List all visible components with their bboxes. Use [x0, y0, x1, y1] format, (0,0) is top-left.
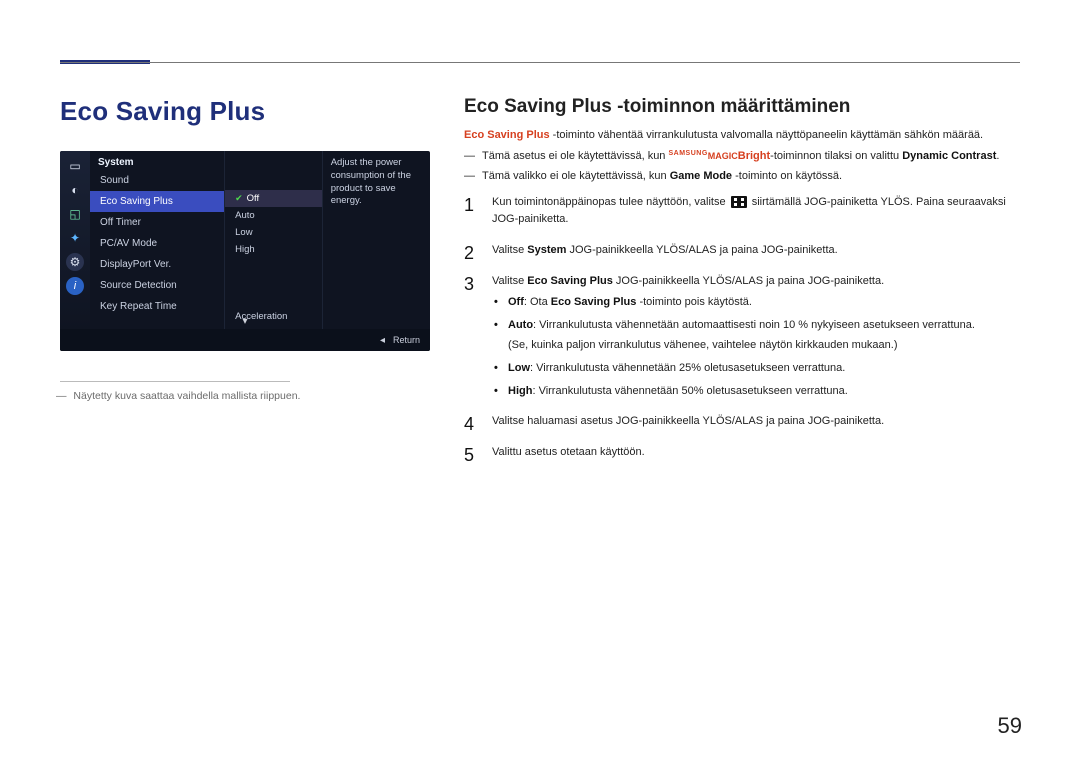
- bullet-off: Off: Ota Eco Saving Plus -toiminto pois …: [492, 294, 1022, 311]
- step-5: Valittu asetus otetaan käyttöön.: [464, 444, 1022, 461]
- footnote-text: ― Näytetty kuva saattaa vaihdella mallis…: [60, 390, 430, 402]
- step3-b: JOG-painikkeella YLÖS/ALAS ja paina JOG-…: [613, 275, 884, 287]
- options-bullets: Off: Ota Eco Saving Plus -toiminto pois …: [492, 294, 1022, 333]
- auto-subnote: (Se, kuinka paljon virrankulutus vähenee…: [508, 337, 1022, 354]
- low-label: Low: [508, 362, 530, 374]
- osd-screenshot: ▭ ◐ ◱ ✦ ⚙ i System Sound Eco Saving Plus…: [60, 151, 430, 351]
- bright-label: Bright: [738, 150, 770, 162]
- step2-b: JOG-painikkeella YLÖS/ALAS ja paina JOG-…: [566, 244, 837, 256]
- note1-b: -toiminnon tilaksi on valittu: [770, 150, 902, 162]
- osd-return-label: Return: [393, 335, 420, 345]
- high-label: High: [508, 385, 532, 397]
- step-3: Valitse Eco Saving Plus JOG-painikkeella…: [464, 273, 1022, 399]
- page-body: Eco Saving Plus ▭ ◐ ◱ ✦ ⚙ i System Sound…: [60, 96, 1022, 723]
- osd-col-desc: Adjust the power consumption of the prod…: [323, 151, 430, 329]
- osd-option-low: Low: [225, 224, 322, 241]
- osd-item-key-repeat-time: Key Repeat Time: [90, 296, 224, 317]
- resize-icon: ◱: [66, 205, 84, 223]
- osd-item-source-detection: Source Detection: [90, 275, 224, 296]
- bullet-high: High: Virrankulutusta vähennetään 50% ol…: [492, 383, 1022, 400]
- off-label: Off: [508, 296, 524, 308]
- intro-rest: -toiminto vähentää virrankulutusta valvo…: [550, 129, 984, 141]
- bullet-low: Low: Virrankulutusta vähennetään 25% ole…: [492, 360, 1022, 377]
- return-arrow-icon: ◂: [380, 335, 385, 346]
- step2-a: Valitse: [492, 244, 527, 256]
- osd-option-off: Off: [225, 190, 322, 207]
- page-number: 59: [998, 713, 1022, 739]
- step-2: Valitse System JOG-painikkeella YLÖS/ALA…: [464, 242, 1022, 259]
- auto-text: : Virrankulutusta vähennetään automaatti…: [533, 319, 975, 331]
- game-mode-label: Game Mode: [670, 170, 732, 182]
- gear-icon: ⚙: [66, 253, 84, 271]
- footnote-rule: [60, 381, 290, 382]
- options-bullets-2: Low: Virrankulutusta vähennetään 25% ole…: [492, 360, 1022, 399]
- off-a: : Ota: [524, 296, 551, 308]
- palette-icon: ◐: [66, 181, 84, 199]
- low-text: : Virrankulutusta vähennetään 25% oletus…: [530, 362, 845, 374]
- right-title: Eco Saving Plus -toiminnon määrittäminen: [464, 96, 1022, 118]
- footnote-label: Näytetty kuva saattaa vaihdella mallista…: [73, 390, 300, 402]
- samsung-sup: SAMSUNG: [668, 150, 707, 157]
- osd-col-menu: System Sound Eco Saving Plus Off Timer P…: [90, 151, 225, 329]
- osd-item-displayport-ver: DisplayPort Ver.: [90, 254, 224, 275]
- left-column: Eco Saving Plus ▭ ◐ ◱ ✦ ⚙ i System Sound…: [60, 96, 430, 723]
- left-title: Eco Saving Plus: [60, 96, 430, 127]
- note2-b: -toiminto on käytössä.: [732, 170, 842, 182]
- note-dynamic-contrast: Tämä asetus ei ole käytettävissä, kun SA…: [464, 149, 1022, 164]
- note2-a: Tämä valikko ei ole käytettävissä, kun: [482, 170, 670, 182]
- steps-list: Kun toimintonäppäinopas tulee näyttöön, …: [464, 194, 1022, 461]
- osd-iconbar: ▭ ◐ ◱ ✦ ⚙ i: [60, 151, 90, 329]
- note1-end: .: [996, 150, 999, 162]
- step-4: Valitse haluamasi asetus JOG-painikkeell…: [464, 413, 1022, 430]
- step3-a: Valitse: [492, 275, 527, 287]
- osd-item-off-timer: Off Timer: [90, 212, 224, 233]
- osd-main: System Sound Eco Saving Plus Off Timer P…: [90, 151, 430, 329]
- target-icon: ✦: [66, 229, 84, 247]
- off-eco-label: Eco Saving Plus: [551, 296, 637, 308]
- bullet-auto: Auto: Virrankulutusta vähennetään automa…: [492, 317, 1022, 334]
- intro-keyword: Eco Saving Plus: [464, 129, 550, 141]
- header-rule: [60, 62, 1020, 63]
- osd-option-auto: Auto: [225, 207, 322, 224]
- step3-keyword: Eco Saving Plus: [527, 275, 613, 287]
- step1-a: Kun toimintonäppäinopas tulee näyttöön, …: [492, 196, 729, 208]
- info-icon: i: [66, 277, 84, 295]
- high-text: : Virrankulutusta vähennetään 50% oletus…: [532, 385, 847, 397]
- auto-label: Auto: [508, 319, 533, 331]
- osd-option-high: High: [225, 241, 322, 258]
- step-1: Kun toimintonäppäinopas tulee näyttöön, …: [464, 194, 1022, 228]
- jog-menu-icon: [731, 196, 747, 208]
- dynamic-contrast-label: Dynamic Contrast: [902, 150, 996, 162]
- osd-footer: ◂ Return: [60, 329, 430, 351]
- chevron-down-icon: ▾: [242, 316, 247, 327]
- magic-label: MAGIC: [708, 151, 738, 161]
- off-b: -toiminto pois käytöstä.: [636, 296, 752, 308]
- note1-a: Tämä asetus ei ole käytettävissä, kun: [482, 150, 668, 162]
- osd-item-eco-saving-plus: Eco Saving Plus: [90, 191, 224, 212]
- intro-line: Eco Saving Plus -toiminto vähentää virra…: [464, 128, 1022, 143]
- osd-heading: System: [90, 151, 224, 170]
- monitor-icon: ▭: [66, 157, 84, 175]
- osd-value-acceleration: Acceleration: [225, 308, 297, 325]
- osd-item-pcav-mode: PC/AV Mode: [90, 233, 224, 254]
- osd-description: Adjust the power consumption of the prod…: [323, 151, 430, 214]
- step2-keyword: System: [527, 244, 566, 256]
- note-game-mode: Tämä valikko ei ole käytettävissä, kun G…: [464, 169, 1022, 184]
- osd-col-options: Off Auto Low High Acceleration: [225, 151, 323, 329]
- osd-item-sound: Sound: [90, 170, 224, 191]
- right-column: Eco Saving Plus -toiminnon määrittäminen…: [464, 96, 1022, 723]
